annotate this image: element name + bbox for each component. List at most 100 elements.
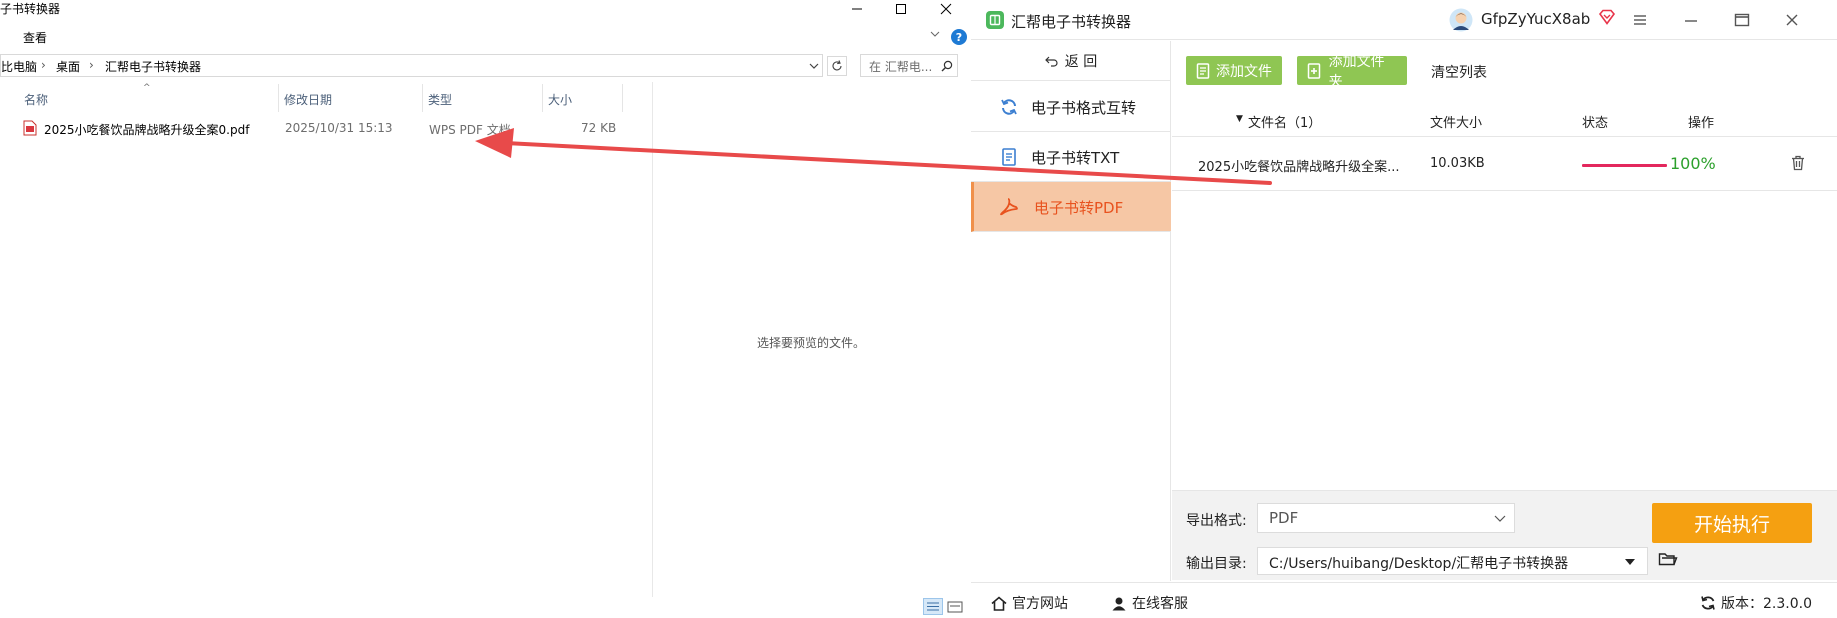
address-bar[interactable]: 比电脑 › 桌面 › 汇帮电子书转换器 (0, 54, 823, 77)
column-divider[interactable] (542, 84, 543, 112)
add-folder-icon (1307, 62, 1321, 79)
column-header-filename[interactable]: 文件名（1） (1248, 112, 1321, 131)
avatar[interactable] (1449, 8, 1473, 32)
maximize-icon (1734, 13, 1750, 27)
add-folder-button[interactable]: 添加文件夹 (1297, 54, 1407, 90)
back-button[interactable]: 返 回 (971, 41, 1171, 81)
details-view-icon (927, 602, 939, 611)
output-settings-panel: 导出格式: PDF 输出目录: C:/Users/huibang/Desktop… (1172, 490, 1837, 580)
row-filesize: 10.03KB (1430, 156, 1485, 171)
column-header-status: 状态 (1582, 116, 1609, 131)
file-size: 72 KB (581, 121, 617, 135)
maximize-icon (896, 4, 906, 14)
user-name[interactable]: GfpZyYucX8ab (1481, 10, 1590, 28)
sidebar-item-format-convert[interactable]: 电子书格式互转 (971, 82, 1171, 132)
add-folder-label: 添加文件夹 (1328, 53, 1385, 90)
file-name: 2025小吃餐饮品牌战略升级全案0.pdf (44, 123, 250, 137)
column-header-modified[interactable]: 修改日期 (284, 91, 332, 108)
version-label: 版本：2.3.0.0 (1721, 596, 1812, 612)
file-list-item[interactable]: 2025小吃餐饮品牌战略升级全案0.pdf 2025/10/31 15:13 W… (22, 118, 652, 140)
breadcrumb-this-pc[interactable]: 比电脑 (1, 58, 37, 75)
minimize-button[interactable] (1682, 11, 1700, 29)
explorer-window-title: 子书转换器 (0, 2, 61, 16)
vip-diamond-icon[interactable] (1598, 9, 1616, 25)
format-select[interactable]: PDF (1257, 503, 1515, 533)
preview-pane-divider[interactable] (652, 82, 653, 597)
column-header-type[interactable]: 类型 (428, 91, 452, 108)
file-type: WPS PDF 文档 (429, 123, 511, 137)
breadcrumb-desktop[interactable]: 桌面 (56, 58, 80, 75)
website-label: 官方网站 (1012, 596, 1068, 612)
add-file-label: 添加文件 (1216, 63, 1272, 80)
online-support-link[interactable]: 在线客服 (1111, 593, 1188, 613)
breadcrumb-separator-icon: › (41, 58, 46, 72)
close-button[interactable] (1783, 11, 1801, 29)
app-titlebar: 汇帮电子书转换器 GfpZyYucX8ab (971, 0, 1837, 40)
home-icon (991, 595, 1007, 611)
search-placeholder: 在 汇帮电... (869, 60, 933, 74)
clear-list-button[interactable]: 清空列表 (1431, 62, 1487, 82)
column-divider[interactable] (278, 84, 279, 112)
search-icon (941, 60, 953, 72)
sort-descending-icon[interactable]: ▼ (1236, 114, 1243, 124)
minimize-icon (1685, 20, 1697, 22)
column-header-filesize: 文件大小 (1430, 116, 1483, 131)
refresh-button[interactable] (827, 56, 847, 76)
column-header-name[interactable]: 名称 (24, 91, 48, 108)
version-info[interactable]: 版本：2.3.0.0 (1700, 593, 1812, 613)
format-label: 导出格式: (1186, 513, 1247, 529)
back-label: 返 回 (1064, 53, 1098, 70)
maximize-button[interactable] (1733, 11, 1751, 29)
details-view-button[interactable] (923, 598, 943, 615)
breadcrumb-separator-icon: › (89, 58, 94, 72)
file-modified: 2025/10/31 15:13 (285, 121, 393, 135)
sidebar: 返 回 电子书格式互转 电子书转TXT 电子书转PDF (971, 41, 1171, 581)
menu-view[interactable]: 查看 (23, 29, 47, 46)
progress-percent: 100% (1670, 154, 1716, 173)
app-title: 汇帮电子书转换器 (1011, 13, 1132, 31)
add-file-button[interactable]: 添加文件 (1186, 56, 1282, 85)
progress-bar-fill (1582, 164, 1667, 167)
converter-app-window: 汇帮电子书转换器 GfpZyYucX8ab 返 回 电子书格式互转 电子书转TX… (971, 0, 1837, 618)
chevron-down-icon[interactable] (809, 62, 819, 70)
refresh-icon (1701, 596, 1715, 610)
hamburger-menu-icon (1634, 15, 1646, 25)
file-explorer-window: 子书转换器 查看 ? 比电脑 › 桌面 › 汇帮电子书转换器 在 汇帮电... … (0, 0, 971, 618)
menu-button[interactable] (1631, 11, 1649, 29)
trash-icon[interactable] (1791, 155, 1805, 171)
output-dir-label: 输出目录: (1186, 556, 1247, 572)
breadcrumb-folder[interactable]: 汇帮电子书转换器 (105, 58, 201, 75)
add-file-icon (1196, 62, 1210, 79)
progress-bar (1582, 164, 1667, 167)
start-button[interactable]: 开始执行 (1652, 503, 1812, 543)
large-icons-view-button[interactable] (947, 600, 963, 614)
output-dir-select[interactable]: C:/Users/huibang/Desktop/汇帮电子书转换器 (1257, 547, 1648, 575)
help-icon[interactable]: ? (951, 29, 967, 45)
column-divider[interactable] (422, 84, 423, 112)
official-website-link[interactable]: 官方网站 (991, 593, 1068, 613)
caret-down-icon (1625, 559, 1635, 565)
sort-ascending-icon: ^ (143, 83, 151, 93)
app-footer: 官方网站 在线客服 版本：2.3.0.0 (971, 582, 1837, 618)
app-logo-icon (986, 11, 1004, 29)
close-button[interactable] (923, 0, 969, 18)
pdf-file-icon (23, 120, 37, 136)
sidebar-item-label: 电子书转PDF (1034, 199, 1124, 217)
maximize-button[interactable] (878, 0, 924, 18)
column-header-size[interactable]: 大小 (548, 91, 572, 108)
sidebar-item-to-pdf[interactable]: 电子书转PDF (971, 182, 1171, 232)
table-row[interactable]: 2025小吃餐饮品牌战略升级全案... 10.03KB 100% (1172, 137, 1837, 191)
refresh-icon (999, 97, 1019, 117)
folder-open-icon[interactable] (1658, 551, 1678, 567)
sidebar-item-to-txt[interactable]: 电子书转TXT (971, 132, 1171, 182)
large-icons-view-icon (947, 601, 963, 613)
search-input[interactable]: 在 汇帮电... (860, 54, 958, 77)
chevron-down-icon[interactable] (930, 30, 940, 38)
back-arrow-icon (1044, 56, 1058, 67)
minimize-button[interactable] (834, 0, 880, 18)
preview-pane-message: 选择要预览的文件。 (757, 336, 866, 350)
document-icon (999, 147, 1019, 167)
sidebar-item-label: 电子书转TXT (1031, 149, 1120, 167)
user-support-icon (1112, 597, 1126, 610)
column-divider[interactable] (622, 84, 623, 112)
